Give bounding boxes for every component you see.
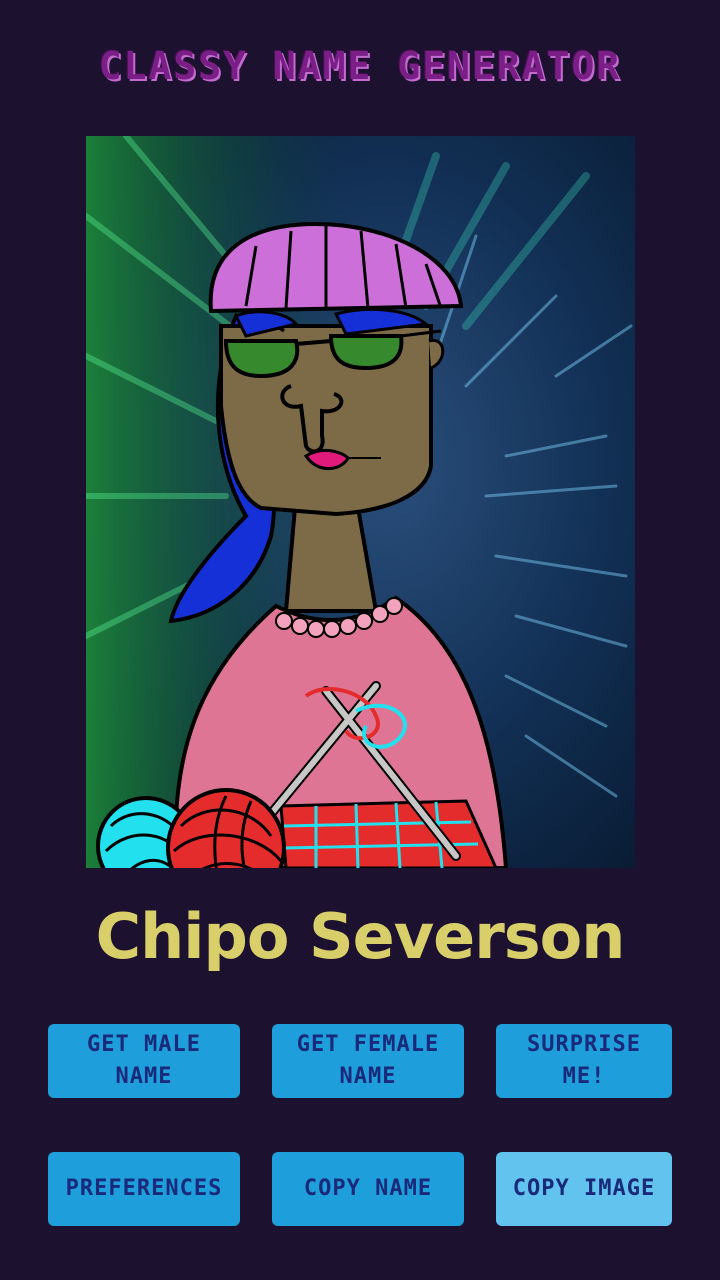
character-portrait xyxy=(86,136,635,868)
generated-name: Chipo Severson xyxy=(95,900,626,973)
preferences-button[interactable]: Preferences xyxy=(48,1152,240,1226)
surprise-me-button[interactable]: Surprise Me! xyxy=(496,1024,672,1098)
get-female-name-button[interactable]: Get Female Name xyxy=(272,1024,464,1098)
app-title: Classy Name Generator xyxy=(98,44,622,88)
get-male-name-button[interactable]: Get Male Name xyxy=(48,1024,240,1098)
copy-image-button[interactable]: Copy Image xyxy=(496,1152,672,1226)
copy-name-button[interactable]: Copy Name xyxy=(272,1152,464,1226)
